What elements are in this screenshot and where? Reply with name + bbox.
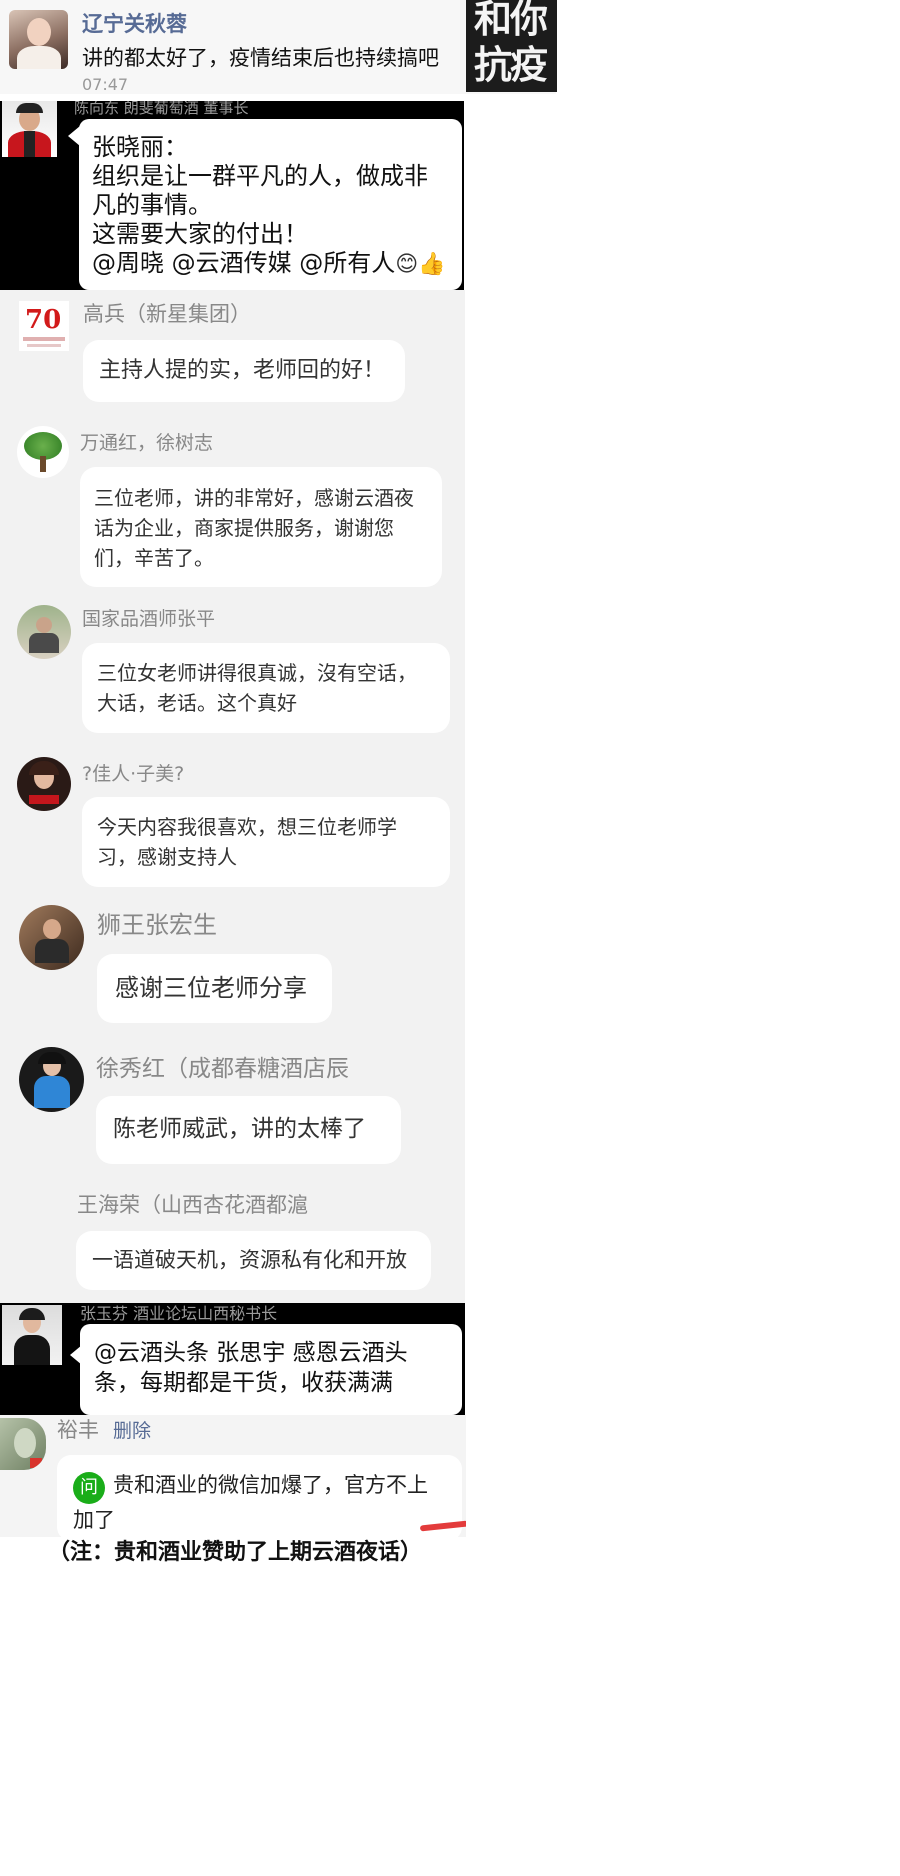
- avatar[interactable]: [17, 605, 71, 659]
- avatar[interactable]: [0, 1418, 46, 1470]
- avatar[interactable]: [9, 10, 68, 69]
- message-text: 一语道破天机，资源私有化和开放: [92, 1248, 407, 1272]
- panel-zhangyufen: 张玉芬 酒业论坛山西秘书长 @云酒头条 张思宇 感恩云酒头条，每期都是干货，收获…: [0, 1303, 465, 1415]
- footer-note: （注：贵和酒业赞助了上期云酒夜话）: [48, 1540, 423, 1565]
- message-text: 感谢三位老师分享: [115, 974, 307, 1002]
- message-bubble[interactable]: 三位老师，讲的非常好，感谢云酒夜话为企业，商家提供服务，谢谢您们，辛苦了。: [80, 467, 442, 587]
- sender-name[interactable]: 万通红，徐树志: [80, 428, 213, 455]
- sender-name[interactable]: 裕丰: [57, 1415, 99, 1444]
- message-text: 今天内容我很喜欢，想三位老师学习，感谢支持人: [97, 815, 397, 869]
- moment-thumbnail[interactable]: 和你 抗疫: [466, 0, 557, 92]
- avatar[interactable]: [19, 1047, 84, 1112]
- sender-name[interactable]: 国家品酒师张平: [82, 604, 215, 631]
- message-bubble[interactable]: 问贵和酒业的微信加爆了，官方不上加了: [57, 1455, 462, 1537]
- message-bubble[interactable]: 张晓丽： 组织是让一群平凡的人，做成非凡的事情。 这需要大家的付出！ @周晓 @…: [79, 119, 462, 290]
- sender-name[interactable]: 徐秀红（成都春糖酒店辰: [96, 1049, 349, 1083]
- sender-name[interactable]: 狮王张宏生: [97, 905, 217, 940]
- sender-name[interactable]: 王海荣（山西杏花酒都滬: [77, 1189, 308, 1219]
- avatar[interactable]: [17, 757, 71, 811]
- thumbnail-text: 和你 抗疫: [474, 0, 548, 87]
- avatar[interactable]: [19, 905, 84, 970]
- message-bubble[interactable]: 感谢三位老师分享: [97, 954, 332, 1023]
- comment-text: 讲的都太好了，疫情结束后也持续搞吧: [82, 46, 439, 70]
- message-text: 张晓丽： 组织是让一群平凡的人，做成非凡的事情。 这需要大家的付出！ @周晓 @…: [92, 133, 428, 277]
- sender-name[interactable]: 陈向东 朗斐葡萄酒 董事长: [74, 101, 249, 118]
- avatar[interactable]: [2, 1305, 62, 1365]
- message-text: 三位老师，讲的非常好，感谢云酒夜话为企业，商家提供服务，谢谢您们，辛苦了。: [94, 486, 414, 570]
- delete-link[interactable]: 删除: [113, 1416, 151, 1443]
- message-text: 三位女老师讲得很真诚，沒有空话，大话，老话。这个真好: [97, 661, 417, 715]
- question-badge-icon: 问: [73, 1471, 105, 1504]
- sender-name[interactable]: 辽宁关秋蓉: [82, 8, 187, 38]
- panel-group-chat: 70 高兵（新星集团） 主持人提的实，老师回的好！ 万通红，徐树志 三位老师，讲…: [0, 290, 465, 1303]
- message-text: @云酒头条 张思宇 感恩云酒头条，每期都是干货，收获满满: [94, 1340, 408, 1396]
- message-text: 贵和酒业的微信加爆了，官方不上加了: [73, 1473, 428, 1532]
- message-text: 陈老师威武，讲的太棒了: [113, 1116, 366, 1142]
- message-text: 主持人提的实，老师回的好！: [99, 358, 386, 383]
- sender-name[interactable]: ?佳人·子美?: [82, 759, 184, 786]
- timestamp: 07:47: [82, 75, 129, 94]
- avatar[interactable]: 70: [19, 301, 69, 351]
- panel-chenxiangdong: 陈向东 朗斐葡萄酒 董事长 张晓丽： 组织是让一群平凡的人，做成非凡的事情。 这…: [0, 101, 464, 290]
- emoji-smile-thumbs-icon: 😊👍: [395, 252, 446, 277]
- message-bubble[interactable]: 三位女老师讲得很真诚，沒有空话，大话，老话。这个真好: [82, 643, 450, 733]
- message-bubble[interactable]: 一语道破天机，资源私有化和开放: [76, 1231, 431, 1290]
- avatar[interactable]: [17, 426, 69, 478]
- avatar[interactable]: [2, 101, 57, 157]
- message-bubble[interactable]: @云酒头条 张思宇 感恩云酒头条，每期都是干货，收获满满: [80, 1324, 462, 1415]
- message-bubble[interactable]: 陈老师威武，讲的太棒了: [96, 1096, 401, 1164]
- message-bubble[interactable]: 今天内容我很喜欢，想三位老师学习，感谢支持人: [82, 797, 450, 887]
- sender-name[interactable]: 张玉芬 酒业论坛山西秘书长: [80, 1303, 277, 1324]
- sender-name[interactable]: 高兵（新星集团）: [83, 298, 251, 328]
- panel-yufeng: 裕丰 删除 问贵和酒业的微信加爆了，官方不上加了: [0, 1415, 466, 1537]
- message-bubble[interactable]: 主持人提的实，老师回的好！: [83, 340, 405, 402]
